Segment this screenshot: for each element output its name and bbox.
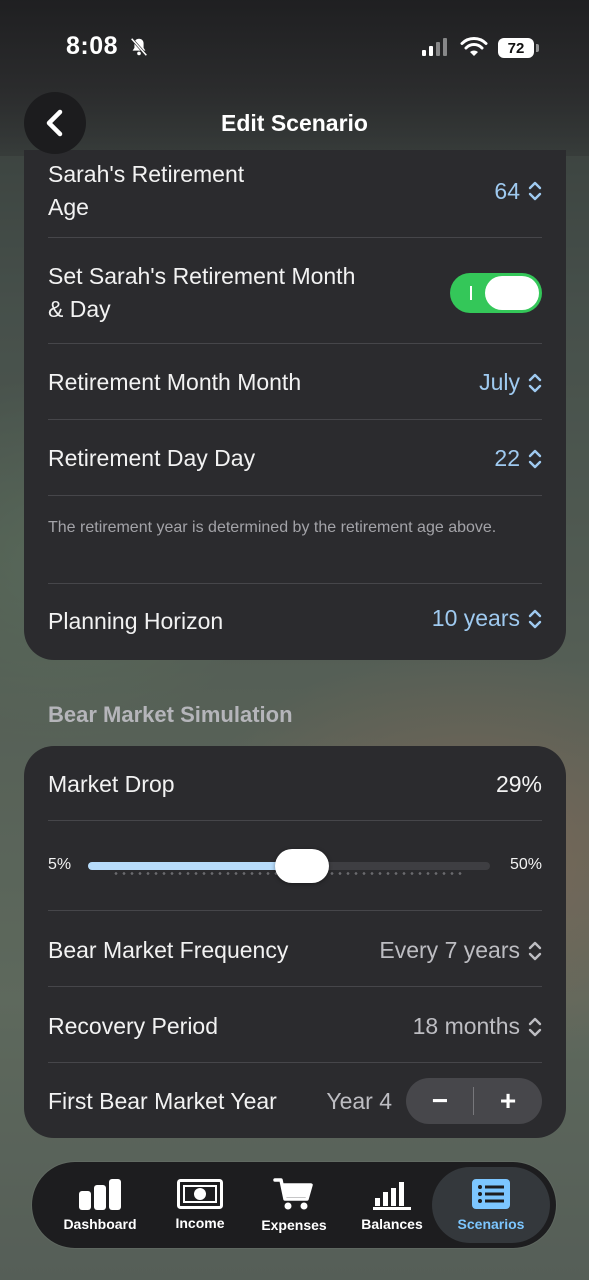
- retirement-month-label: Retirement Month Month: [48, 369, 302, 395]
- battery-indicator: 72: [498, 38, 539, 58]
- planning-horizon-value: 10 years: [431, 605, 520, 631]
- market-drop-slider[interactable]: [88, 849, 490, 883]
- status-time: 8:08: [66, 32, 119, 60]
- cellular-signal-icon: [422, 38, 447, 56]
- slider-fill: [88, 862, 303, 870]
- first-bear-year-row: First Bear Market Year Year 4 − +: [48, 1078, 542, 1124]
- chevron-up-down-icon: [528, 449, 542, 468]
- divider: [48, 237, 542, 238]
- decrement-button[interactable]: −: [406, 1078, 474, 1124]
- chevron-up-down-icon: [528, 181, 542, 201]
- banknote-icon: [177, 1179, 223, 1209]
- retirement-age-row[interactable]: Sarah's Retirement Age 64: [48, 158, 542, 224]
- bear-market-section-title: Bear Market Simulation: [48, 702, 293, 727]
- chevron-up-down-icon: [528, 373, 542, 392]
- bear-frequency-row[interactable]: Bear Market Frequency Every 7 years: [48, 934, 542, 967]
- planning-horizon-picker[interactable]: 10 years: [432, 605, 542, 632]
- retirement-day-picker[interactable]: 22: [494, 445, 542, 472]
- slider-min-label: 5%: [48, 856, 72, 873]
- recovery-period-label: Recovery Period: [48, 1013, 219, 1039]
- increment-button[interactable]: +: [474, 1078, 542, 1124]
- market-drop-label: Market Drop: [48, 771, 175, 797]
- chevron-up-down-icon: [528, 941, 542, 960]
- retirement-age-picker[interactable]: 64: [494, 178, 542, 205]
- wifi-icon: [460, 37, 488, 56]
- divider: [48, 1062, 542, 1063]
- tab-bar: Dashboard Income Expenses Balances Scena…: [32, 1162, 556, 1248]
- status-bar: 8:08 72: [0, 0, 589, 90]
- bear-market-card: Market Drop 29% 5% 50% Bear Market Frequ…: [24, 746, 566, 1138]
- retirement-day-value: 22: [494, 445, 520, 471]
- first-bear-year-label: First Bear Market Year: [48, 1087, 277, 1114]
- bear-frequency-picker[interactable]: Every 7 years: [379, 937, 542, 964]
- set-month-day-label: Set Sarah's Retirement Month & Day: [48, 263, 356, 322]
- first-bear-year-stepper[interactable]: − +: [406, 1078, 542, 1124]
- market-drop-value: 29%: [495, 771, 542, 797]
- planning-horizon-row[interactable]: Planning Horizon 10 years: [48, 605, 542, 638]
- plus-icon: +: [499, 1085, 517, 1116]
- retirement-month-value: July: [479, 369, 520, 395]
- bear-frequency-label: Bear Market Frequency: [48, 937, 289, 963]
- tab-label: Dashboard: [63, 1216, 137, 1232]
- divider: [48, 343, 542, 344]
- tab-label: Balances: [361, 1216, 423, 1232]
- tab-label: Scenarios: [457, 1216, 525, 1232]
- tab-label: Income: [175, 1215, 225, 1231]
- bear-frequency-value: Every 7 years: [379, 937, 520, 963]
- divider: [48, 495, 542, 496]
- retirement-settings-card: Sarah's Retirement Age 64 Set Sarah's Re…: [24, 150, 566, 660]
- retirement-age-value: 64: [494, 177, 520, 204]
- recovery-period-picker[interactable]: 18 months: [413, 1013, 542, 1040]
- set-month-day-toggle[interactable]: [450, 273, 542, 313]
- toggle-on-mark: [470, 286, 472, 300]
- retirement-month-picker[interactable]: July: [479, 369, 542, 396]
- recovery-period-value: 18 months: [412, 1013, 520, 1039]
- first-bear-year-stepper-group: Year 4 − +: [326, 1078, 542, 1124]
- set-month-day-row: Set Sarah's Retirement Month & Day: [48, 260, 542, 326]
- bell-slash-icon: [130, 37, 148, 57]
- chevron-up-down-icon: [528, 1017, 542, 1036]
- divider: [48, 583, 542, 584]
- page-title: Edit Scenario: [221, 110, 368, 136]
- retirement-age-label: Sarah's Retirement Age: [48, 161, 245, 220]
- bar-chart-icon: [79, 1179, 121, 1210]
- list-icon: [472, 1179, 510, 1209]
- retirement-day-label: Retirement Day Day: [48, 445, 256, 471]
- planning-horizon-label: Planning Horizon: [48, 608, 224, 634]
- stepper-divider: [473, 1087, 474, 1115]
- first-bear-year-value: Year 4: [326, 1087, 392, 1114]
- recovery-period-row[interactable]: Recovery Period 18 months: [48, 1010, 542, 1043]
- minus-icon: −: [431, 1085, 449, 1116]
- chevron-up-down-icon: [528, 609, 542, 628]
- slider-max-label: 50%: [509, 856, 542, 873]
- tab-income[interactable]: Income: [154, 1162, 246, 1248]
- tab-dashboard[interactable]: Dashboard: [50, 1162, 150, 1248]
- slider-thumb[interactable]: [275, 849, 330, 883]
- market-drop-row: Market Drop 29%: [48, 768, 542, 801]
- tab-expenses[interactable]: Expenses: [250, 1162, 338, 1248]
- retirement-year-note: The retirement year is determined by the…: [48, 519, 497, 536]
- balances-chart-icon: [373, 1182, 411, 1210]
- toggle-knob: [485, 276, 539, 310]
- divider: [48, 910, 542, 911]
- retirement-month-row[interactable]: Retirement Month Month July: [48, 366, 542, 399]
- divider: [48, 986, 542, 987]
- tab-label: Expenses: [261, 1217, 327, 1233]
- tab-scenarios[interactable]: Scenarios: [432, 1167, 550, 1243]
- tab-balances[interactable]: Balances: [344, 1162, 440, 1248]
- divider: [48, 419, 542, 420]
- retirement-day-row[interactable]: Retirement Day Day 22: [48, 442, 542, 475]
- divider: [48, 820, 542, 821]
- cart-icon: [273, 1178, 313, 1210]
